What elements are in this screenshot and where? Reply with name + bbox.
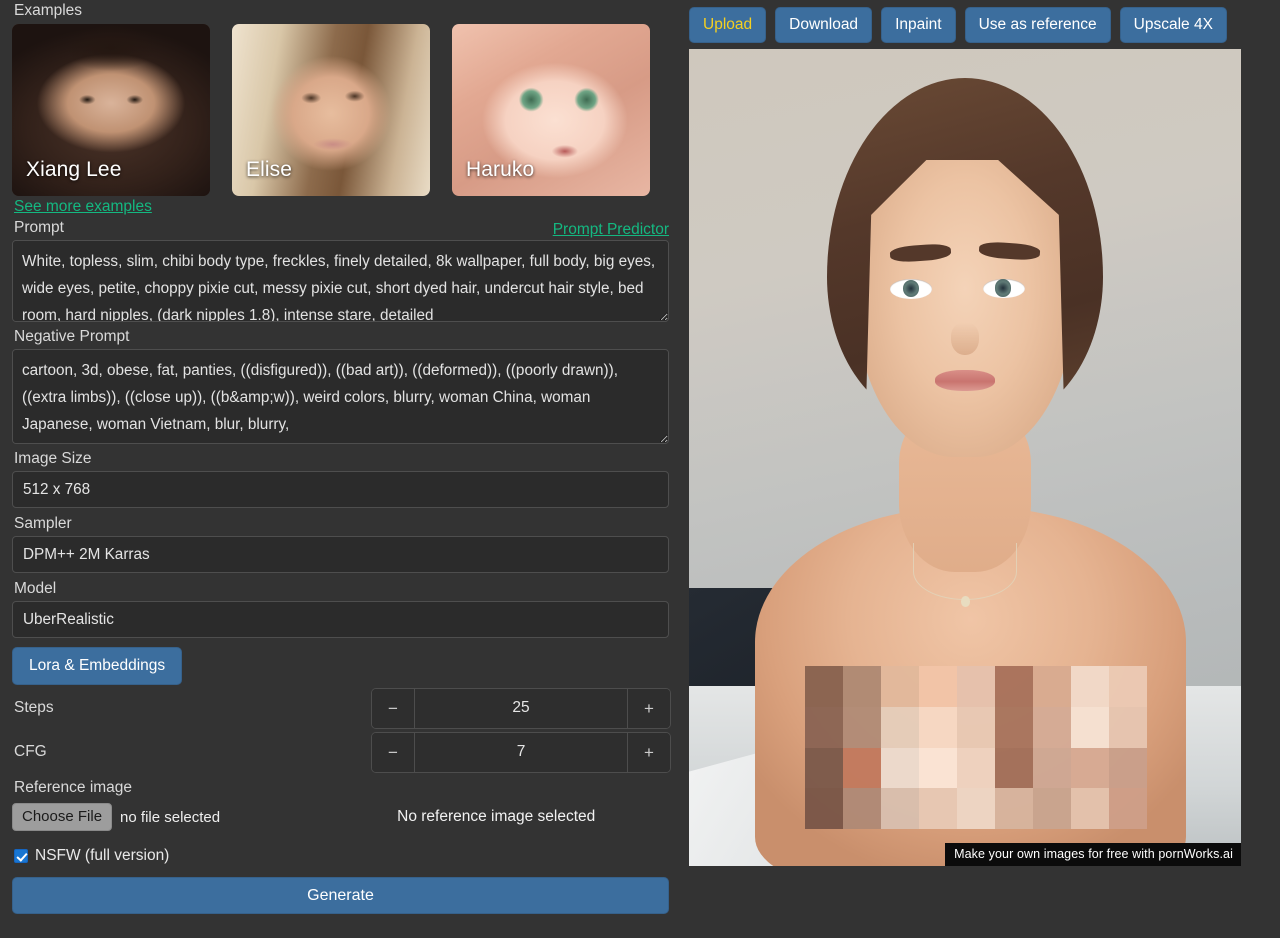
photo-lips [935,370,996,391]
mosaic-tile [957,788,995,829]
example-name: Xiang Lee [26,158,121,182]
model-label: Model [12,578,671,601]
mosaic-tile [881,748,919,789]
sampler-label: Sampler [12,513,671,536]
mosaic-tile [957,666,995,707]
download-button[interactable]: Download [775,7,872,43]
lora-embeddings-button[interactable]: Lora & Embeddings [12,647,182,685]
generated-photo-content [689,49,1241,866]
negative-prompt-textarea[interactable] [12,349,669,444]
choose-file-button[interactable]: Choose File [12,803,112,830]
mosaic-tile [1071,748,1109,789]
cfg-increment-button[interactable]: + [627,733,670,772]
mosaic-tile [843,666,881,707]
reference-image-label: Reference image [12,777,671,800]
nsfw-row: NSFW (full version) [12,847,671,865]
cfg-value[interactable]: 7 [415,733,627,772]
steps-value[interactable]: 25 [415,689,627,728]
mosaic-tile [805,788,843,829]
prompt-label-row: Prompt Prompt Predictor [12,217,671,240]
upscale-4x-button[interactable]: Upscale 4X [1120,7,1227,43]
mosaic-tile [957,748,995,789]
mosaic-tile [881,788,919,829]
steps-decrement-button[interactable]: − [372,689,415,728]
upload-button[interactable]: Upload [689,7,766,43]
mosaic-tile [919,666,957,707]
generate-button[interactable]: Generate [12,877,669,914]
use-as-reference-button[interactable]: Use as reference [965,7,1111,43]
example-name: Elise [246,158,292,182]
cfg-row: CFG − 7 + [12,731,671,773]
nsfw-label: NSFW (full version) [35,847,169,865]
watermark-label: Make your own images for free with pornW… [945,843,1241,866]
preview-panel: Upload Download Inpaint Use as reference… [683,0,1280,938]
model-input[interactable] [12,601,669,638]
mosaic-tile [805,748,843,789]
mosaic-tile [919,707,957,748]
example-card-xiang-lee[interactable]: Xiang Lee [12,24,210,196]
mosaic-tile [995,788,1033,829]
image-size-label: Image Size [12,448,671,471]
prompt-predictor-link[interactable]: Prompt Predictor [551,219,671,240]
mosaic-tile [805,707,843,748]
mosaic-tile [995,707,1033,748]
mosaic-tile [957,707,995,748]
nsfw-checkbox[interactable] [14,849,28,863]
prompt-textarea[interactable] [12,240,669,322]
mosaic-tile [1071,666,1109,707]
mosaic-tile [1033,666,1071,707]
mosaic-tile [881,666,919,707]
cfg-label: CFG [12,741,47,764]
photo-iris-right [995,279,1012,296]
inpaint-button[interactable]: Inpaint [881,7,956,43]
app-root: Examples Xiang Lee Elise Haruko See more… [0,0,1280,938]
example-card-haruko[interactable]: Haruko [452,24,650,196]
mosaic-tile [1109,666,1147,707]
mosaic-tile [843,788,881,829]
prompt-label: Prompt [12,217,64,240]
example-name: Haruko [466,158,534,182]
mosaic-tile [1109,788,1147,829]
photo-pendant [961,596,970,607]
no-file-selected-text: no file selected [120,809,220,826]
generated-image[interactable]: Make your own images for free with pornW… [689,49,1241,866]
mosaic-tile [843,707,881,748]
examples-label: Examples [12,0,671,23]
sampler-input[interactable] [12,536,669,573]
photo-nose [951,323,979,356]
mosaic-tile [881,707,919,748]
mosaic-tile [919,788,957,829]
cfg-stepper: − 7 + [371,732,671,773]
mosaic-tile [995,666,1033,707]
mosaic-tile [843,748,881,789]
negative-prompt-label: Negative Prompt [12,326,671,349]
mosaic-tile [1033,748,1071,789]
mosaic-tile [1109,707,1147,748]
mosaic-tile [919,748,957,789]
image-toolbar: Upload Download Inpaint Use as reference… [683,0,1280,49]
steps-label: Steps [12,697,54,720]
steps-row: Steps − 25 + [12,687,671,729]
censor-mosaic [805,666,1147,829]
mosaic-tile [1033,788,1071,829]
mosaic-tile [995,748,1033,789]
mosaic-tile [1071,707,1109,748]
reference-image-row: Choose File no file selected No referenc… [12,802,671,832]
no-reference-image-text: No reference image selected [397,808,595,826]
examples-row: Xiang Lee Elise Haruko [12,24,671,196]
mosaic-tile [1071,788,1109,829]
see-more-examples-link[interactable]: See more examples [12,196,152,217]
cfg-decrement-button[interactable]: − [372,733,415,772]
mosaic-tile [1033,707,1071,748]
settings-panel: Examples Xiang Lee Elise Haruko See more… [0,0,683,938]
steps-stepper: − 25 + [371,688,671,729]
example-card-elise[interactable]: Elise [232,24,430,196]
image-size-input[interactable] [12,471,669,508]
mosaic-tile [805,666,843,707]
mosaic-tile [1109,748,1147,789]
steps-increment-button[interactable]: + [627,689,670,728]
